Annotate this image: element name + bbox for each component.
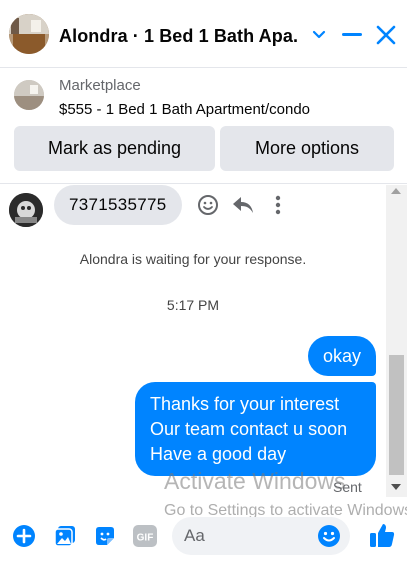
message-line: okay bbox=[322, 345, 362, 366]
message-line: Our team contact u soon bbox=[150, 419, 348, 439]
emoji-icon[interactable] bbox=[317, 524, 341, 548]
reply-icon[interactable] bbox=[231, 193, 255, 217]
activate-windows-title: Activate Windows bbox=[164, 468, 346, 494]
incoming-message[interactable]: 7371535775 bbox=[54, 185, 182, 225]
chat-title[interactable]: Alondra · 1 Bed 1 Bath Apa... bbox=[59, 24, 299, 48]
listing-title[interactable]: $555 - 1 Bed 1 Bath Apartment/condo bbox=[59, 100, 310, 120]
outgoing-message[interactable]: okay bbox=[308, 336, 376, 376]
marketplace-label: Marketplace bbox=[59, 77, 141, 94]
close-icon[interactable] bbox=[373, 22, 399, 48]
sticker-icon[interactable] bbox=[93, 524, 117, 548]
outgoing-message[interactable]: Thanks for your interest Our team contac… bbox=[135, 382, 376, 476]
message-input-wrapper bbox=[172, 517, 350, 555]
more-options-button[interactable]: More options bbox=[220, 126, 394, 171]
listing-thumbnail[interactable] bbox=[14, 80, 44, 110]
message-line: Have a good day bbox=[150, 444, 287, 464]
like-icon[interactable] bbox=[369, 522, 395, 548]
message-composer: Go to Settings to activate Windows. GIF bbox=[0, 497, 407, 573]
contact-avatar[interactable] bbox=[9, 193, 43, 227]
message-thread: 7371535775 Alondra is waiting for your r… bbox=[0, 185, 407, 497]
waiting-notice: Alondra is waiting for your response. bbox=[79, 251, 307, 267]
mark-as-pending-button[interactable]: Mark as pending bbox=[14, 126, 215, 171]
message-input[interactable] bbox=[184, 517, 314, 555]
add-icon[interactable] bbox=[12, 524, 36, 548]
minimize-icon[interactable] bbox=[339, 22, 365, 48]
gif-icon[interactable]: GIF bbox=[133, 524, 157, 548]
message-line: Thanks for your interest bbox=[150, 394, 340, 414]
listing-avatar[interactable] bbox=[9, 14, 49, 54]
chevron-down-icon[interactable] bbox=[306, 22, 332, 48]
message-timestamp: 5:17 PM bbox=[166, 297, 220, 313]
photo-icon[interactable] bbox=[53, 524, 77, 548]
more-actions-icon[interactable] bbox=[266, 193, 290, 217]
chat-header: Alondra · 1 Bed 1 Bath Apa... bbox=[0, 0, 407, 68]
sent-status: Sent bbox=[333, 479, 362, 495]
marketplace-listing-panel: Marketplace $555 - 1 Bed 1 Bath Apartmen… bbox=[0, 68, 407, 184]
emoji-react-icon[interactable] bbox=[196, 193, 220, 217]
svg-text:GIF: GIF bbox=[137, 533, 154, 544]
